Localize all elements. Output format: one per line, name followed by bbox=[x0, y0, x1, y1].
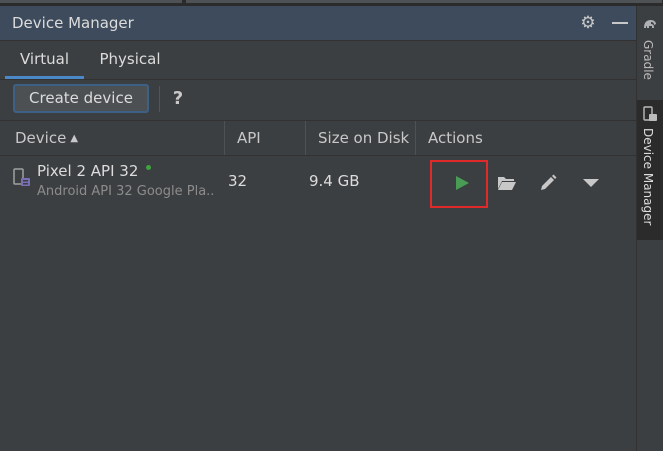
device-size: 9.4 GB bbox=[309, 172, 360, 190]
column-header-actions[interactable]: Actions bbox=[415, 121, 636, 155]
device-manager-icon bbox=[643, 106, 657, 121]
minimize-icon[interactable] bbox=[612, 22, 628, 24]
gradle-elephant-icon bbox=[644, 20, 656, 28]
folder-icon[interactable] bbox=[497, 175, 517, 191]
edit-icon[interactable] bbox=[539, 173, 558, 192]
create-device-button[interactable]: Create device bbox=[13, 84, 149, 113]
sidebar-item-label-device-manager: Device Manager bbox=[641, 128, 655, 226]
phone-device-icon bbox=[13, 168, 30, 186]
more-dropdown-icon[interactable] bbox=[583, 179, 599, 188]
device-name-text: Pixel 2 API 32 bbox=[37, 162, 139, 180]
panel-titlebar: Device Manager ⚙ bbox=[0, 6, 636, 41]
sidebar-item-gradle[interactable]: Gradle bbox=[637, 10, 663, 90]
toolbar: Create device ? bbox=[0, 80, 636, 120]
top-strip-segment bbox=[186, 0, 662, 3]
device-api: 32 bbox=[228, 172, 248, 190]
sort-ascending-icon: ▲ bbox=[70, 133, 79, 144]
table-row[interactable]: Pixel 2 API 32 Android API 32 Google Pla… bbox=[0, 155, 636, 211]
online-status-dot bbox=[146, 165, 152, 170]
tab-physical[interactable]: Physical bbox=[92, 41, 168, 79]
tab-virtual[interactable]: Virtual bbox=[5, 41, 84, 79]
top-strip-segment bbox=[0, 0, 182, 3]
sidebar-item-label-gradle: Gradle bbox=[641, 40, 655, 80]
table-header: Device ▲ API Size on Disk Actions bbox=[0, 120, 636, 156]
tab-bar: Virtual Physical bbox=[0, 41, 636, 80]
device-name: Pixel 2 API 32 bbox=[37, 162, 152, 180]
column-header-device[interactable]: Device ▲ bbox=[3, 121, 224, 155]
run-icon[interactable] bbox=[454, 175, 470, 191]
panel-title: Device Manager bbox=[12, 14, 134, 32]
gear-icon[interactable]: ⚙ bbox=[578, 13, 598, 33]
device-manager-panel: Device Manager ⚙ Virtual Physical Create… bbox=[0, 6, 636, 451]
column-header-size[interactable]: Size on Disk bbox=[305, 121, 415, 155]
toolbar-separator bbox=[159, 86, 160, 112]
column-header-label: Device bbox=[15, 129, 67, 147]
device-subtitle: Android API 32 Google Pla... bbox=[37, 184, 213, 199]
help-icon[interactable]: ? bbox=[169, 87, 187, 111]
right-tool-strip: Gradle Device Manager bbox=[636, 6, 663, 451]
sidebar-item-device-manager[interactable]: Device Manager bbox=[637, 100, 663, 240]
column-header-api[interactable]: API bbox=[224, 121, 305, 155]
